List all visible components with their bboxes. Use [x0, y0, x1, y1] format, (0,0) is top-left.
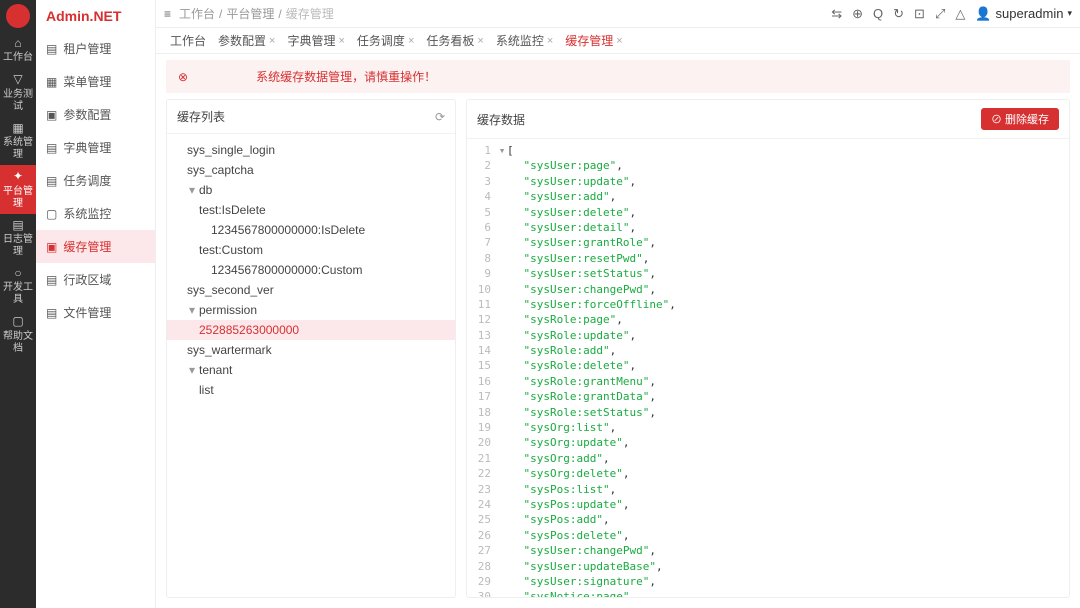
- cache-data-title: 缓存数据: [477, 111, 525, 128]
- tree-node[interactable]: sys_wartermark: [167, 340, 455, 360]
- refresh-icon[interactable]: ⟳: [435, 110, 445, 124]
- toolbar-icon-3[interactable]: ↻: [893, 6, 904, 22]
- tree-node[interactable]: sys_single_login: [167, 140, 455, 160]
- tree-node[interactable]: test:IsDelete: [167, 200, 455, 220]
- rail-item-1[interactable]: ▽业务测试: [0, 68, 36, 116]
- sidebar: Admin.NET ▤租户管理▦菜单管理▣参数配置▤字典管理▤任务调度▢系统监控…: [36, 0, 156, 608]
- close-icon[interactable]: ×: [338, 35, 344, 47]
- toolbar-icon-4[interactable]: ⊡: [914, 6, 925, 22]
- cache-tree: sys_single_loginsys_captcha▾dbtest:IsDel…: [167, 134, 455, 597]
- warning-banner: ⊗ 系统缓存数据管理，请慎重操作！: [166, 60, 1070, 93]
- rail-item-5[interactable]: ○开发工具: [0, 262, 36, 310]
- sidebar-icon: ▣: [46, 108, 57, 122]
- rail-item-4[interactable]: ▤日志管理: [0, 214, 36, 262]
- code-editor[interactable]: 1234567891011121314151617181920212223242…: [467, 139, 1069, 597]
- crumb-b[interactable]: 平台管理: [226, 5, 274, 22]
- tab-2[interactable]: 字典管理×: [281, 29, 350, 52]
- toolbar-icon-5[interactable]: ⤢: [935, 6, 945, 22]
- sidebar-item-1[interactable]: ▦菜单管理: [36, 65, 155, 98]
- main: ≡ 工作台 / 平台管理 / 缓存管理 ⇆⊕Q↻⊡⤢△👤 superadmin …: [156, 0, 1080, 608]
- sidebar-icon: ▤: [46, 306, 57, 320]
- sidebar-icon: ▣: [46, 240, 57, 254]
- sidebar-icon: ▤: [46, 42, 57, 56]
- left-rail: ⌂工作台▽业务测试▦系统管理✦平台管理▤日志管理○开发工具▢帮助文档: [0, 0, 36, 608]
- warning-icon: ⊗: [178, 70, 188, 84]
- tree-node[interactable]: ▾tenant: [167, 360, 455, 380]
- sidebar-item-6[interactable]: ▣缓存管理: [36, 230, 155, 263]
- warning-text: 系统缓存数据管理，请慎重操作！: [256, 68, 436, 85]
- sidebar-item-2[interactable]: ▣参数配置: [36, 98, 155, 131]
- breadcrumb-bar: ≡ 工作台 / 平台管理 / 缓存管理 ⇆⊕Q↻⊡⤢△👤 superadmin …: [156, 0, 1080, 28]
- tree-node[interactable]: 1234567800000000:Custom: [167, 260, 455, 280]
- sidebar-item-0[interactable]: ▤租户管理: [36, 32, 155, 65]
- rail-item-2[interactable]: ▦系统管理: [0, 117, 36, 165]
- tab-5[interactable]: 系统监控×: [490, 29, 559, 52]
- tab-0[interactable]: 工作台: [164, 29, 212, 52]
- tree-node[interactable]: ▾permission: [167, 300, 455, 320]
- menu-toggle-icon[interactable]: ≡: [164, 7, 171, 21]
- tree-node[interactable]: ▾db: [167, 180, 455, 200]
- tab-1[interactable]: 参数配置×: [212, 29, 281, 52]
- avatar-icon: 👤: [975, 6, 991, 22]
- sidebar-item-8[interactable]: ▤文件管理: [36, 296, 155, 329]
- close-icon[interactable]: ×: [477, 35, 483, 47]
- close-icon[interactable]: ×: [616, 35, 622, 47]
- sidebar-item-7[interactable]: ▤行政区域: [36, 263, 155, 296]
- rail-item-3[interactable]: ✦平台管理: [0, 165, 36, 213]
- sidebar-icon: ▤: [46, 174, 57, 188]
- tree-node[interactable]: 252885263000000: [167, 320, 455, 340]
- toolbar-icon-2[interactable]: Q: [873, 6, 883, 21]
- toolbar-icon-6[interactable]: △: [955, 6, 965, 22]
- tree-node[interactable]: list: [167, 380, 455, 400]
- sidebar-item-4[interactable]: ▤任务调度: [36, 164, 155, 197]
- crumb-a[interactable]: 工作台: [179, 5, 215, 22]
- sidebar-icon: ▦: [46, 75, 57, 89]
- sidebar-icon: ▤: [46, 273, 57, 287]
- sidebar-icon: ▢: [46, 207, 57, 221]
- delete-cache-button[interactable]: ⊘ 删除缓存: [981, 108, 1059, 130]
- tab-6[interactable]: 缓存管理×: [559, 29, 628, 52]
- cache-list-card: 缓存列表 ⟳ sys_single_loginsys_captcha▾dbtes…: [166, 99, 456, 598]
- tree-node[interactable]: 1234567800000000:IsDelete: [167, 220, 455, 240]
- tree-node[interactable]: test:Custom: [167, 240, 455, 260]
- brand: Admin.NET: [36, 0, 155, 32]
- rail-item-0[interactable]: ⌂工作台: [0, 32, 36, 68]
- tabs: 工作台参数配置×字典管理×任务调度×任务看板×系统监控×缓存管理×: [156, 28, 1080, 54]
- tab-3[interactable]: 任务调度×: [351, 29, 420, 52]
- cache-data-card: 缓存数据 ⊘ 删除缓存 1234567891011121314151617181…: [466, 99, 1070, 598]
- user-menu[interactable]: 👤 superadmin ▾: [975, 6, 1072, 22]
- toolbar-icon-1[interactable]: ⊕: [852, 6, 863, 22]
- crumb-c: 缓存管理: [286, 5, 334, 22]
- app-logo: [6, 4, 30, 28]
- sidebar-item-3[interactable]: ▤字典管理: [36, 131, 155, 164]
- tree-node[interactable]: sys_second_ver: [167, 280, 455, 300]
- rail-item-6[interactable]: ▢帮助文档: [0, 310, 36, 358]
- cache-list-title: 缓存列表: [177, 108, 225, 125]
- sidebar-icon: ▤: [46, 141, 57, 155]
- close-icon[interactable]: ×: [408, 35, 414, 47]
- close-icon[interactable]: ×: [547, 35, 553, 47]
- tab-4[interactable]: 任务看板×: [420, 29, 489, 52]
- toolbar-icon-0[interactable]: ⇆: [831, 6, 842, 22]
- sidebar-item-5[interactable]: ▢系统监控: [36, 197, 155, 230]
- close-icon[interactable]: ×: [269, 35, 275, 47]
- tree-node[interactable]: sys_captcha: [167, 160, 455, 180]
